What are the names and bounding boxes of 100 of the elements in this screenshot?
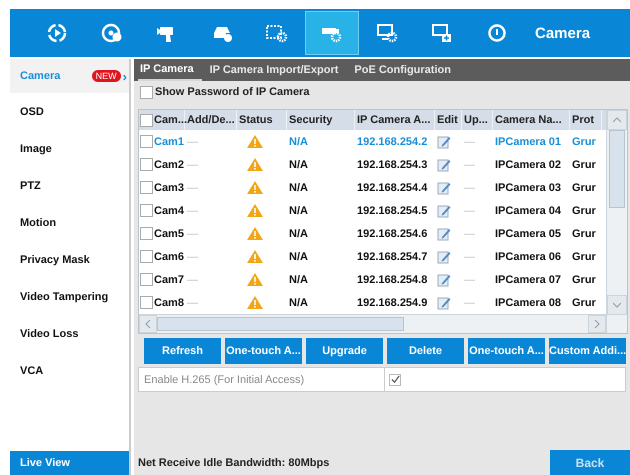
table-row[interactable]: Cam2 — N/A 192.168.254.3 — IPCamera 02 Grur bbox=[139, 153, 606, 176]
table-cell: — bbox=[464, 250, 475, 262]
table-cell: Grur bbox=[572, 182, 596, 194]
table-cell: — bbox=[464, 136, 475, 148]
column-header[interactable]: Camera Na... bbox=[493, 110, 570, 130]
row-checkbox[interactable] bbox=[140, 296, 153, 309]
edit-icon[interactable] bbox=[437, 204, 451, 218]
row-checkbox[interactable] bbox=[140, 204, 153, 217]
edit-icon[interactable] bbox=[437, 296, 451, 310]
column-header[interactable]: Add/De... bbox=[185, 110, 237, 130]
checkbox[interactable] bbox=[140, 86, 153, 98]
sidebar-item[interactable]: Video Loss bbox=[10, 315, 129, 352]
table-cell: IPCamera 08 bbox=[495, 296, 562, 308]
sidebar-item[interactable]: Image bbox=[10, 130, 129, 167]
table-cell: Cam7 bbox=[154, 274, 184, 286]
action-button[interactable]: Refresh bbox=[144, 338, 221, 364]
column-header[interactable]: Status bbox=[237, 110, 287, 130]
tab[interactable]: PoE Configuration bbox=[352, 59, 459, 81]
column-header[interactable]: IP Camera A... bbox=[355, 110, 435, 130]
column-header[interactable]: Prot bbox=[570, 110, 602, 130]
table-cell: — bbox=[464, 182, 475, 194]
row-checkbox[interactable] bbox=[140, 250, 153, 263]
sidebar-item[interactable]: PTZ bbox=[10, 167, 129, 204]
sidebar-item[interactable]: Privacy Mask bbox=[10, 241, 129, 278]
column-title: Cam... bbox=[154, 114, 188, 126]
table-row[interactable]: Cam7 — N/A 192.168.254.8 — IPCamera 07 Grur bbox=[139, 268, 606, 291]
sidebar-item[interactable]: Motion bbox=[10, 204, 129, 241]
action-button[interactable]: Upgrade bbox=[306, 338, 383, 364]
table-cell: Cam8 bbox=[154, 296, 184, 308]
table-cell: N/A bbox=[289, 228, 308, 240]
edit-icon[interactable] bbox=[437, 226, 451, 240]
table-cell: N/A bbox=[289, 250, 308, 262]
select-all-checkbox[interactable] bbox=[140, 114, 153, 126]
scrollbar-thumb[interactable] bbox=[609, 130, 625, 208]
row-checkbox[interactable] bbox=[140, 227, 153, 240]
vertical-scrollbar[interactable] bbox=[606, 110, 627, 333]
table-row[interactable]: Cam3 — N/A 192.168.254.4 — IPCamera 03 Grur bbox=[139, 176, 606, 199]
table-cell: — bbox=[187, 158, 198, 170]
row-checkbox[interactable] bbox=[140, 135, 153, 148]
edit-icon[interactable] bbox=[437, 158, 451, 172]
horizontal-scrollbar[interactable] bbox=[139, 314, 606, 333]
table-cell: Cam5 bbox=[154, 228, 184, 240]
table-cell: Cam2 bbox=[154, 158, 184, 170]
scroll-right-icon[interactable] bbox=[588, 315, 606, 333]
sidebar-item[interactable]: VCA bbox=[10, 352, 129, 389]
table-cell: Grur bbox=[572, 204, 596, 216]
new-badge: NEW bbox=[92, 70, 121, 82]
toolbar-button[interactable] bbox=[305, 11, 359, 55]
edit-icon[interactable] bbox=[437, 134, 451, 148]
scroll-left-icon[interactable] bbox=[139, 315, 157, 333]
table-row[interactable]: Cam1 — N/A 192.168.254.2 — IPCamera 01 Grur bbox=[139, 130, 606, 153]
tab[interactable]: IP Camera Import/Export bbox=[208, 59, 346, 81]
table-row[interactable]: Cam8 — N/A 192.168.254.9 — IPCamera 08 Grur bbox=[139, 291, 606, 314]
table-cell: Cam4 bbox=[154, 204, 184, 216]
table-cell: 192.168.254.6 bbox=[357, 228, 428, 240]
live-view-button[interactable]: Live View bbox=[10, 451, 129, 475]
table-row[interactable]: Cam4 — N/A 192.168.254.5 — IPCamera 04 Grur bbox=[139, 199, 606, 222]
warning-icon bbox=[247, 273, 263, 286]
scroll-down-icon[interactable] bbox=[607, 295, 627, 315]
row-checkbox[interactable] bbox=[140, 158, 153, 171]
table-row[interactable]: Cam6 — N/A 192.168.254.7 — IPCamera 06 Grur bbox=[139, 245, 606, 268]
checkbox[interactable] bbox=[389, 374, 401, 386]
sidebar-item[interactable]: Video Tampering bbox=[10, 278, 129, 315]
table-cell: N/A bbox=[289, 182, 308, 194]
column-header[interactable]: Edit bbox=[435, 110, 462, 130]
table-cell: — bbox=[464, 204, 475, 216]
warning-icon bbox=[247, 250, 263, 263]
table-cell: Cam6 bbox=[154, 250, 184, 262]
action-button[interactable]: Custom Addi... bbox=[549, 338, 626, 364]
scrollbar-thumb[interactable] bbox=[157, 317, 404, 331]
column-header[interactable]: Security bbox=[287, 110, 355, 130]
table-cell: — bbox=[464, 296, 475, 308]
table-cell: Grur bbox=[572, 274, 596, 286]
table-cell: N/A bbox=[289, 204, 308, 216]
table-row[interactable]: Cam5 — N/A 192.168.254.6 — IPCamera 05 Grur bbox=[139, 222, 606, 245]
tab[interactable]: IP Camera bbox=[138, 59, 202, 81]
table-cell: — bbox=[187, 296, 198, 308]
edit-icon[interactable] bbox=[437, 180, 451, 194]
row-checkbox[interactable] bbox=[140, 273, 153, 286]
column-header[interactable]: Cam... bbox=[139, 110, 185, 130]
column-header[interactable]: Up... bbox=[462, 110, 493, 130]
bandwidth-text: Net Receive Idle Bandwidth: 80Mbps bbox=[138, 456, 330, 468]
table-cell: — bbox=[187, 250, 198, 262]
sidebar-item[interactable]: Camera NEW › bbox=[10, 59, 129, 93]
table-cell: Grur bbox=[572, 228, 596, 240]
edit-icon[interactable] bbox=[437, 272, 451, 286]
table-cell: IPCamera 03 bbox=[495, 182, 562, 194]
monitor-plus-icon bbox=[431, 23, 453, 43]
action-button[interactable]: Delete bbox=[387, 338, 464, 364]
scroll-up-icon[interactable] bbox=[607, 110, 627, 130]
monitor-gear-icon bbox=[376, 23, 398, 43]
sidebar-item[interactable]: OSD bbox=[10, 93, 129, 130]
row-checkbox[interactable] bbox=[140, 181, 153, 194]
edit-icon[interactable] bbox=[437, 250, 451, 264]
action-button[interactable]: One-touch A... bbox=[225, 338, 302, 364]
action-button[interactable]: One-touch A... bbox=[468, 338, 545, 364]
table-cell: 192.168.254.8 bbox=[357, 274, 428, 286]
table-cell: N/A bbox=[289, 274, 308, 286]
warning-icon bbox=[247, 296, 263, 309]
table-cell: N/A bbox=[289, 296, 308, 308]
